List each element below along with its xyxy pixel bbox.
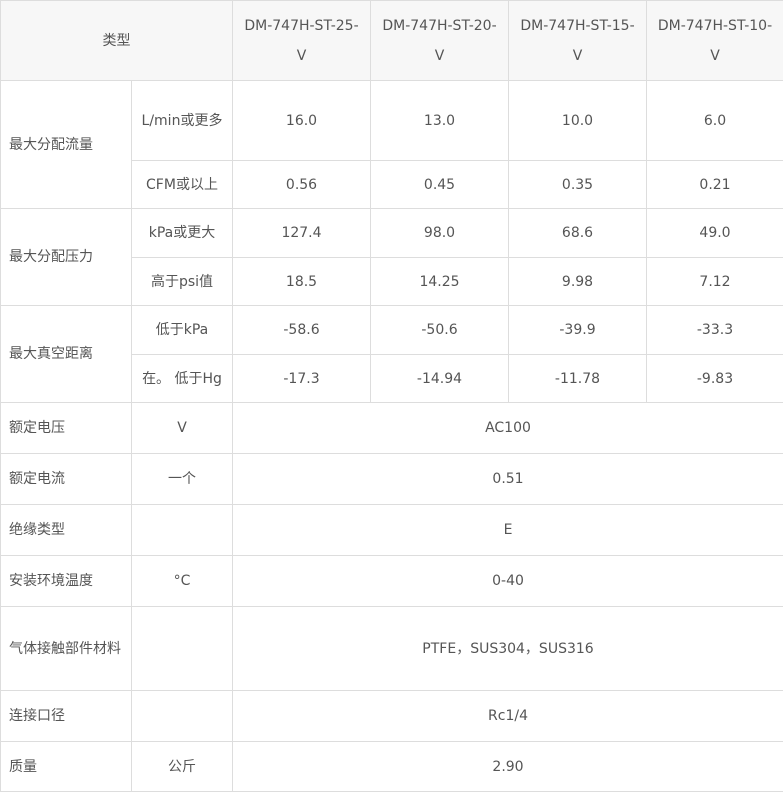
spec-table: 类型 DM-747H-ST-25-V DM-747H-ST-20-V DM-74… bbox=[0, 0, 783, 792]
table-row: 质量 公斤 2.90 bbox=[1, 742, 783, 792]
unit-cell: L/min或更多 bbox=[132, 81, 233, 161]
unit-cell bbox=[132, 505, 233, 556]
type-header: 类型 bbox=[1, 1, 233, 81]
value-cell: Rc1/4 bbox=[233, 691, 783, 742]
value-cell: 49.0 bbox=[647, 209, 783, 258]
param-label: 安装环境温度 bbox=[1, 556, 132, 607]
unit-cell: °C bbox=[132, 556, 233, 607]
unit-cell: 高于psi值 bbox=[132, 258, 233, 306]
model-header: DM-747H-ST-15-V bbox=[509, 1, 647, 81]
table-row: 额定电流 一个 0.51 bbox=[1, 454, 783, 505]
value-cell: -14.94 bbox=[371, 355, 509, 403]
model-header: DM-747H-ST-25-V bbox=[233, 1, 371, 81]
header-row: 类型 DM-747H-ST-25-V DM-747H-ST-20-V DM-74… bbox=[1, 1, 783, 81]
param-label: 额定电压 bbox=[1, 403, 132, 454]
value-cell: 98.0 bbox=[371, 209, 509, 258]
table-row: 气体接触部件材料 PTFE，SUS304，SUS316 bbox=[1, 607, 783, 691]
value-cell: -39.9 bbox=[509, 306, 647, 355]
unit-cell: V bbox=[132, 403, 233, 454]
param-label: 绝缘类型 bbox=[1, 505, 132, 556]
table-row: 安装环境温度 °C 0-40 bbox=[1, 556, 783, 607]
value-cell: E bbox=[233, 505, 783, 556]
table-row: 额定电压 V AC100 bbox=[1, 403, 783, 454]
value-cell: 7.12 bbox=[647, 258, 783, 306]
value-cell: 9.98 bbox=[509, 258, 647, 306]
param-label: 最大真空距离 bbox=[1, 306, 132, 403]
table-row: 最大真空距离 低于kPa -58.6 -50.6 -39.9 -33.3 bbox=[1, 306, 783, 355]
table-row: 最大分配流量 L/min或更多 16.0 13.0 10.0 6.0 bbox=[1, 81, 783, 161]
table-row: 连接口径 Rc1/4 bbox=[1, 691, 783, 742]
value-cell: PTFE，SUS304，SUS316 bbox=[233, 607, 783, 691]
value-cell: -58.6 bbox=[233, 306, 371, 355]
param-label: 最大分配压力 bbox=[1, 209, 132, 306]
param-label: 连接口径 bbox=[1, 691, 132, 742]
unit-cell: kPa或更大 bbox=[132, 209, 233, 258]
value-cell: 0.51 bbox=[233, 454, 783, 505]
param-label: 额定电流 bbox=[1, 454, 132, 505]
value-cell: -17.3 bbox=[233, 355, 371, 403]
value-cell: 127.4 bbox=[233, 209, 371, 258]
value-cell: 0-40 bbox=[233, 556, 783, 607]
value-cell: 2.90 bbox=[233, 742, 783, 792]
value-cell: -33.3 bbox=[647, 306, 783, 355]
value-cell: 14.25 bbox=[371, 258, 509, 306]
value-cell: -9.83 bbox=[647, 355, 783, 403]
model-header: DM-747H-ST-10-V bbox=[647, 1, 783, 81]
value-cell: AC100 bbox=[233, 403, 783, 454]
value-cell: 16.0 bbox=[233, 81, 371, 161]
value-cell: 18.5 bbox=[233, 258, 371, 306]
table-row: 绝缘类型 E bbox=[1, 505, 783, 556]
value-cell: 0.56 bbox=[233, 161, 371, 209]
unit-cell: CFM或以上 bbox=[132, 161, 233, 209]
value-cell: -50.6 bbox=[371, 306, 509, 355]
value-cell: 0.45 bbox=[371, 161, 509, 209]
unit-cell bbox=[132, 691, 233, 742]
unit-cell bbox=[132, 607, 233, 691]
param-label: 质量 bbox=[1, 742, 132, 792]
unit-cell: 公斤 bbox=[132, 742, 233, 792]
param-label: 最大分配流量 bbox=[1, 81, 132, 209]
value-cell: 13.0 bbox=[371, 81, 509, 161]
value-cell: -11.78 bbox=[509, 355, 647, 403]
param-label: 气体接触部件材料 bbox=[1, 607, 132, 691]
table-row: 最大分配压力 kPa或更大 127.4 98.0 68.6 49.0 bbox=[1, 209, 783, 258]
value-cell: 0.21 bbox=[647, 161, 783, 209]
unit-cell: 一个 bbox=[132, 454, 233, 505]
value-cell: 6.0 bbox=[647, 81, 783, 161]
value-cell: 10.0 bbox=[509, 81, 647, 161]
unit-cell: 在。 低于Hg bbox=[132, 355, 233, 403]
value-cell: 0.35 bbox=[509, 161, 647, 209]
unit-cell: 低于kPa bbox=[132, 306, 233, 355]
model-header: DM-747H-ST-20-V bbox=[371, 1, 509, 81]
value-cell: 68.6 bbox=[509, 209, 647, 258]
